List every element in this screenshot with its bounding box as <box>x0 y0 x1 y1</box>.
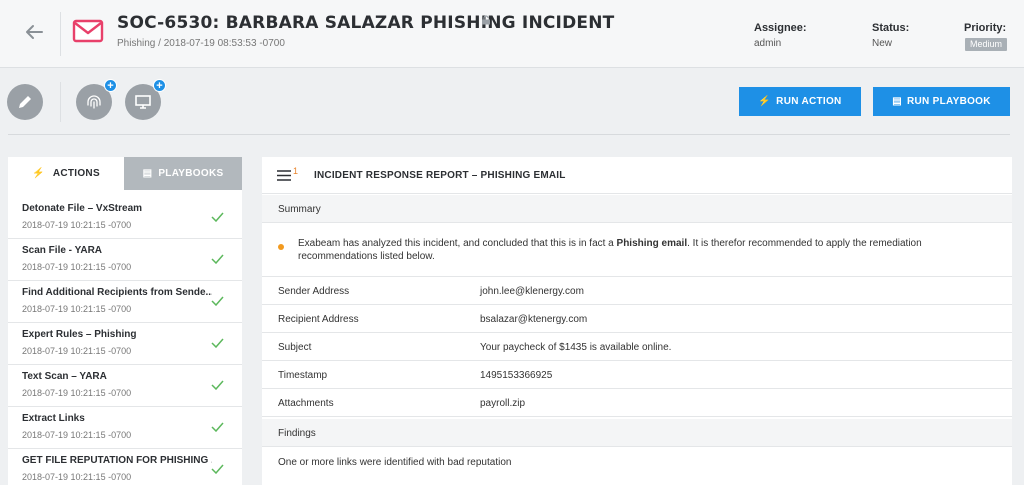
add-fingerprint-button[interactable]: + <box>76 79 117 120</box>
summary-section-header: Summary <box>262 195 1012 223</box>
finding-text: One or more links were identified with b… <box>278 457 512 468</box>
summary-text-part: Exabeam has analyzed this incident, and … <box>298 238 617 249</box>
priority-label: Priority: <box>964 22 1007 34</box>
findings-label: Findings <box>278 428 316 439</box>
mail-icon <box>72 19 104 43</box>
report-panel: 1 INCIDENT RESPONSE REPORT – PHISHING EM… <box>262 157 1012 485</box>
incident-header: SOC-6530: BARBARA SALAZAR PHISHING INCID… <box>0 0 1024 68</box>
field-key: Recipient Address <box>278 314 359 325</box>
action-name: GET FILE REPUTATION FOR PHISHING ... <box>22 455 212 466</box>
lock-icon[interactable] <box>481 15 491 25</box>
run-action-label: RUN ACTION <box>776 96 842 107</box>
warning-dot-icon <box>278 244 284 250</box>
action-name: Scan File - YARA <box>22 245 103 256</box>
status-label: Status: <box>872 22 910 34</box>
field-key: Subject <box>278 342 312 353</box>
playbook-icon: ▤ <box>142 168 153 179</box>
field-value: bsalazar@ktenergy.com <box>480 314 588 325</box>
check-icon <box>211 338 224 348</box>
field-row-recipient: Recipient Address bsalazar@ktenergy.com <box>262 305 1012 333</box>
list-item[interactable]: Text Scan – YARA 2018-07-19 10:21:15 -07… <box>8 365 242 407</box>
run-playbook-button[interactable]: ▤ RUN PLAYBOOK <box>873 87 1010 116</box>
field-row-attachments: Attachments payroll.zip <box>262 389 1012 417</box>
status-value[interactable]: New <box>872 38 892 49</box>
action-name: Find Additional Recipients from Sende... <box>22 287 212 298</box>
list-item[interactable]: Expert Rules – Phishing 2018-07-19 10:21… <box>8 323 242 365</box>
report-header: 1 INCIDENT RESPONSE REPORT – PHISHING EM… <box>262 157 1012 194</box>
priority-badge[interactable]: Medium <box>965 38 1007 51</box>
field-value: Your paycheck of $1435 is available onli… <box>480 342 672 353</box>
field-value: john.lee@klenergy.com <box>480 286 584 297</box>
check-icon <box>211 422 224 432</box>
check-icon <box>211 380 224 390</box>
action-time: 2018-07-19 10:21:15 -0700 <box>22 388 132 398</box>
lightning-icon: ⚡ <box>758 96 772 107</box>
action-time: 2018-07-19 10:21:15 -0700 <box>22 262 132 272</box>
report-title: INCIDENT RESPONSE REPORT – PHISHING EMAI… <box>314 170 566 181</box>
check-icon <box>211 212 224 222</box>
field-row-sender: Sender Address john.lee@klenergy.com <box>262 277 1012 305</box>
tab-actions[interactable]: ⚡ ACTIONS <box>8 157 124 190</box>
action-list: Detonate File – VxStream 2018-07-19 10:2… <box>8 197 242 485</box>
monitor-icon <box>135 95 151 109</box>
page-title: SOC-6530: BARBARA SALAZAR PHISHING INCID… <box>117 13 615 33</box>
field-row-subject: Subject Your paycheck of $1435 is availa… <box>262 333 1012 361</box>
assignee-label: Assignee: <box>754 22 807 34</box>
summary-highlight: Phishing email <box>616 238 688 249</box>
menu-icon[interactable] <box>277 170 291 181</box>
action-name: Expert Rules – Phishing <box>22 329 137 340</box>
summary-text: Exabeam has analyzed this incident, and … <box>298 237 998 263</box>
fingerprint-icon <box>87 95 101 109</box>
playbook-icon: ▤ <box>892 96 902 107</box>
field-key: Attachments <box>278 398 334 409</box>
action-name: Detonate File – VxStream <box>22 203 143 214</box>
pencil-icon <box>19 96 31 108</box>
back-arrow-icon[interactable] <box>22 20 46 44</box>
list-item[interactable]: Scan File - YARA 2018-07-19 10:21:15 -07… <box>8 239 242 281</box>
edit-button[interactable] <box>7 84 43 120</box>
action-time: 2018-07-19 10:21:15 -0700 <box>22 304 132 314</box>
action-time: 2018-07-19 10:21:15 -0700 <box>22 220 132 230</box>
incident-subtitle: Phishing / 2018-07-19 08:53:53 -0700 <box>117 38 285 49</box>
actions-panel: ⚡ ACTIONS ▤ PLAYBOOKS Detonate File – VxSt… <box>8 157 242 485</box>
assignee-value[interactable]: admin <box>754 38 781 49</box>
summary-block: Exabeam has analyzed this incident, and … <box>262 223 1012 277</box>
list-item[interactable]: Detonate File – VxStream 2018-07-19 10:2… <box>8 197 242 239</box>
action-time: 2018-07-19 10:21:15 -0700 <box>22 472 132 482</box>
action-time: 2018-07-19 10:21:15 -0700 <box>22 346 132 356</box>
action-name: Text Scan – YARA <box>22 371 107 382</box>
field-key: Timestamp <box>278 370 328 381</box>
field-value: payroll.zip <box>480 398 526 409</box>
plus-icon: + <box>104 79 117 92</box>
check-icon <box>211 296 224 306</box>
tab-actions-label: ACTIONS <box>52 168 100 179</box>
run-action-button[interactable]: ⚡ RUN ACTION <box>739 87 861 116</box>
count-badge: 1 <box>293 166 299 176</box>
plus-icon: + <box>153 79 166 92</box>
toolbar-divider <box>60 82 61 122</box>
field-key: Sender Address <box>278 286 350 297</box>
check-icon <box>211 254 224 264</box>
action-time: 2018-07-19 10:21:15 -0700 <box>22 430 132 440</box>
toolbar-separator <box>8 134 1010 135</box>
tab-playbooks-label: PLAYBOOKS <box>158 168 224 179</box>
action-name: Extract Links <box>22 413 85 424</box>
header-divider <box>60 12 61 56</box>
findings-section-header: Findings <box>262 419 1012 447</box>
check-icon <box>211 464 224 474</box>
run-playbook-label: RUN PLAYBOOK <box>906 96 991 107</box>
field-value: 1495153366925 <box>480 370 553 381</box>
lightning-icon: ⚡ <box>32 168 45 179</box>
summary-label: Summary <box>278 204 321 215</box>
list-item[interactable]: Extract Links 2018-07-19 10:21:15 -0700 <box>8 407 242 449</box>
field-row-timestamp: Timestamp 1495153366925 <box>262 361 1012 389</box>
list-item[interactable]: Find Additional Recipients from Sende...… <box>8 281 242 323</box>
tab-playbooks[interactable]: ▤ PLAYBOOKS <box>124 157 242 190</box>
add-asset-button[interactable]: + <box>125 79 166 120</box>
list-item[interactable]: GET FILE REPUTATION FOR PHISHING ... 201… <box>8 449 242 485</box>
